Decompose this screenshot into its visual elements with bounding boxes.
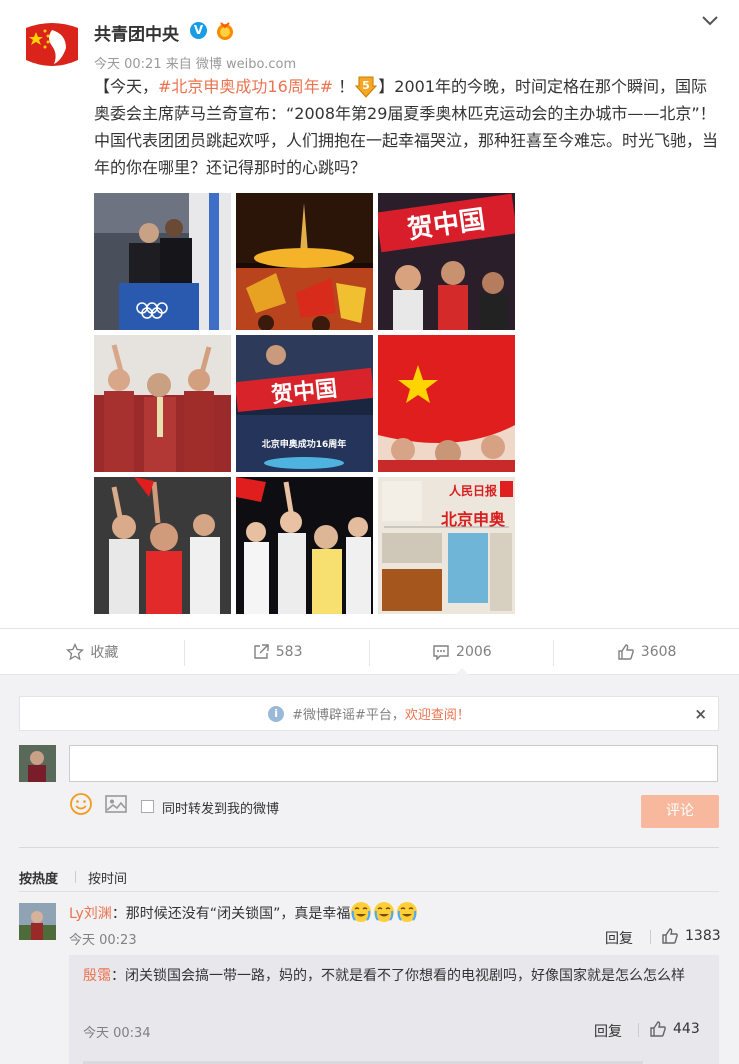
comment-button[interactable]: 2006 <box>370 629 555 675</box>
author-name[interactable]: 共青团中央 <box>94 20 179 45</box>
separator <box>638 1023 639 1037</box>
post-meta: 今天 00:21 来自 微博 weibo.com <box>94 57 297 72</box>
repost-checkbox[interactable] <box>141 800 154 813</box>
comment-time: 今天 00:23 <box>69 933 137 948</box>
sub-comment-time: 今天 00:34 <box>83 1026 151 1041</box>
photo-banner-crowd[interactable]: 贺中国 <box>378 193 515 330</box>
favorite-button[interactable]: 收藏 <box>0 629 185 674</box>
thumb-up-icon <box>618 643 634 660</box>
comment-body: ：那时候还没有“闭关锁国”，真是幸福 <box>111 906 351 922</box>
sort-by-hot[interactable]: 按热度 <box>19 868 58 887</box>
commenter-avatar[interactable] <box>19 903 56 940</box>
separator <box>650 930 651 944</box>
sub-comment-like-button[interactable]: 443 <box>649 1020 700 1038</box>
comment-text: Ly刘渊：那时候还没有“闭关锁国”，真是幸福 <box>69 901 419 923</box>
like-count: 3608 <box>640 643 677 660</box>
favorite-label: 收藏 <box>90 644 119 661</box>
comment-input[interactable] <box>69 745 718 782</box>
newspaper-title: 北京申奥 <box>441 510 506 529</box>
action-bar: 收藏 583 2006 3608 <box>0 628 739 675</box>
repost-button[interactable]: 583 <box>185 629 370 674</box>
thumb-up-icon <box>662 928 678 944</box>
newspaper-masthead: 人民日报 <box>449 483 497 498</box>
sub-comment: 殷霭：闭关锁国会搞一带一路，妈的，不就是看不了你想看的电视剧吗，好像国家就是怎么… <box>69 955 719 1064</box>
photo-grid: 贺中国 贺中国 北京申奥成功16周年 人民日报 北京申奥 <box>94 193 517 615</box>
sub-comment-text: 殷霭：闭关锁国会搞一带一路，妈的，不就是看不了你想看的电视剧吗，好像国家就是怎么… <box>83 965 708 988</box>
photo-crowd-joy[interactable] <box>94 477 231 614</box>
share-icon <box>254 643 269 659</box>
author-avatar[interactable] <box>22 20 82 70</box>
sub-reply-button[interactable]: 回复 <box>594 1021 622 1041</box>
cry-laugh-emoji-icon <box>396 901 418 923</box>
thumb-up-icon <box>650 1021 666 1037</box>
sort-separator <box>75 871 76 883</box>
cry-laugh-emoji-icon <box>350 901 372 923</box>
image-icon[interactable] <box>104 794 128 814</box>
post-text: 【今天，#北京申奥成功16周年# ！ 5 】2001年的今晚，时间定格在那个瞬间，国… <box>94 73 719 181</box>
photo-night-crowd[interactable] <box>236 477 373 614</box>
photo-caption: 北京申奥成功16周年 <box>262 438 347 450</box>
photo-samaranch[interactable] <box>94 193 231 330</box>
comment-icon <box>433 644 449 661</box>
reply-button[interactable]: 回复 <box>605 928 633 948</box>
rumor-mid: 平台， <box>365 708 405 723</box>
divider <box>19 847 719 848</box>
truncated-next-comment <box>83 1055 708 1064</box>
hashtag-link[interactable]: #北京申奥成功16周年# <box>158 77 333 96</box>
post-text-mark: ！ <box>333 77 355 96</box>
post-text-open: 【今天， <box>94 77 159 96</box>
sort-by-time[interactable]: 按时间 <box>88 868 127 887</box>
rumor-notice: i #微博辟谣# 平台， 欢迎查阅！ × <box>19 696 719 731</box>
submit-comment-button[interactable]: 评论 <box>641 795 719 828</box>
star-icon <box>66 642 85 660</box>
close-icon[interactable]: × <box>694 705 707 723</box>
comment-count: 2006 <box>456 643 492 660</box>
sub-commenter-name[interactable]: 殷霭 <box>83 968 111 984</box>
info-icon: i <box>268 705 285 722</box>
current-user-avatar[interactable] <box>19 745 56 782</box>
verified-badge-icon: V <box>190 22 207 39</box>
chevron-down-icon[interactable] <box>700 12 720 30</box>
sub-comment-like-count: 443 <box>673 1021 700 1037</box>
five-emoji-icon: 5 <box>354 74 378 98</box>
rumor-tag[interactable]: #微博辟谣# <box>292 704 366 723</box>
photo-anniversary[interactable]: 贺中国 北京申奥成功16周年 <box>236 335 373 472</box>
smile-icon[interactable] <box>69 792 93 816</box>
photo-newspaper[interactable]: 人民日报 北京申奥 <box>378 477 515 614</box>
photo-celebration-night[interactable] <box>236 193 373 330</box>
repost-checkbox-label[interactable]: 同时转发到我的微博 <box>162 798 279 817</box>
repost-count: 583 <box>275 643 303 660</box>
commenter-name[interactable]: Ly刘渊 <box>69 906 112 922</box>
divider <box>19 891 719 892</box>
comment-like-count: 1383 <box>685 928 721 944</box>
rumor-link[interactable]: 欢迎查阅！ <box>405 704 470 723</box>
cry-laugh-emoji-icon <box>373 901 395 923</box>
comment-like-button[interactable]: 1383 <box>661 927 721 945</box>
photo-flag-wave[interactable] <box>378 335 515 472</box>
svg-text:5: 5 <box>362 79 370 92</box>
comment-section: i #微博辟谣# 平台， 欢迎查阅！ × 同时转发到我的微博 评论 按热度 按时间 … <box>0 675 739 1064</box>
sub-comment-body: ：闭关锁国会搞一带一路，妈的，不就是看不了你想看的电视剧吗，好像国家就是怎么怎么… <box>111 968 685 984</box>
medal-icon[interactable] <box>215 21 235 41</box>
like-button[interactable]: 3608 <box>554 629 739 674</box>
weibo-post: 共青团中央 V 今天 00:21 来自 微博 weibo.com 【今天，#北京… <box>0 0 739 628</box>
photo-delegation-cheer[interactable] <box>94 335 231 472</box>
